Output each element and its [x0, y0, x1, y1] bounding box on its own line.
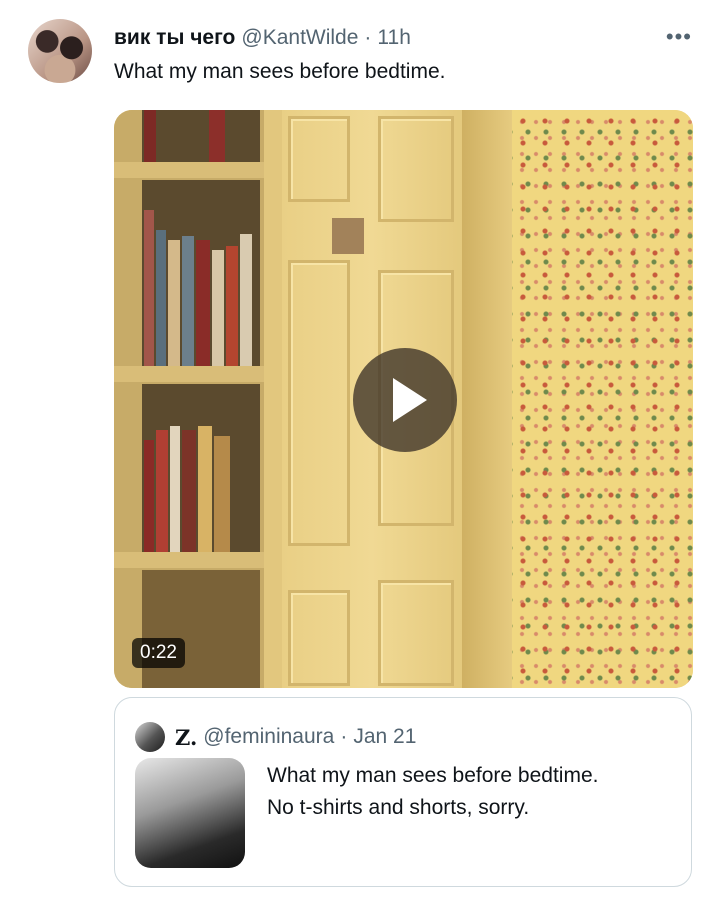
tweet-header: вик ты чего @KantWilde · 11h: [114, 24, 411, 52]
user-handle[interactable]: @KantWilde: [241, 26, 358, 50]
door-hinge: [332, 218, 364, 254]
video-duration: 0:22: [132, 638, 185, 668]
quoted-media-thumbnail[interactable]: [135, 758, 245, 868]
quoted-text-line: What my man sees before bedtime.: [267, 764, 599, 787]
more-horizontal-icon[interactable]: •••: [666, 24, 692, 50]
play-button[interactable]: [353, 348, 457, 452]
separator-dot: ·: [340, 725, 348, 748]
play-icon: [393, 378, 427, 422]
quoted-display-name[interactable]: Z.: [175, 725, 197, 750]
video-player[interactable]: 0:22: [114, 110, 693, 688]
tweet[interactable]: вик ты чего @KantWilde · 11h ••• What my…: [0, 0, 720, 901]
floral-wallpaper: [512, 110, 693, 688]
bookshelf-scene: [114, 110, 269, 688]
quoted-text-line: No t-shirts and shorts, sorry.: [267, 796, 530, 819]
avatar[interactable]: [28, 19, 92, 83]
tweet-text: What my man sees before bedtime.: [114, 60, 446, 83]
quoted-tweet-text: What my man sees before bedtime. No t-sh…: [267, 760, 598, 824]
timestamp[interactable]: 11h: [377, 26, 410, 50]
quoted-tweet-header: Z. @femininaura · Jan 21: [175, 722, 416, 752]
quoted-tweet[interactable]: Z. @femininaura · Jan 21 What my man see…: [114, 697, 692, 887]
separator-dot: ·: [364, 26, 372, 49]
display-name[interactable]: вик ты чего: [114, 26, 235, 50]
quoted-user-handle[interactable]: @femininaura: [203, 725, 334, 749]
quoted-date[interactable]: Jan 21: [353, 725, 416, 749]
quoted-avatar[interactable]: [135, 722, 165, 752]
